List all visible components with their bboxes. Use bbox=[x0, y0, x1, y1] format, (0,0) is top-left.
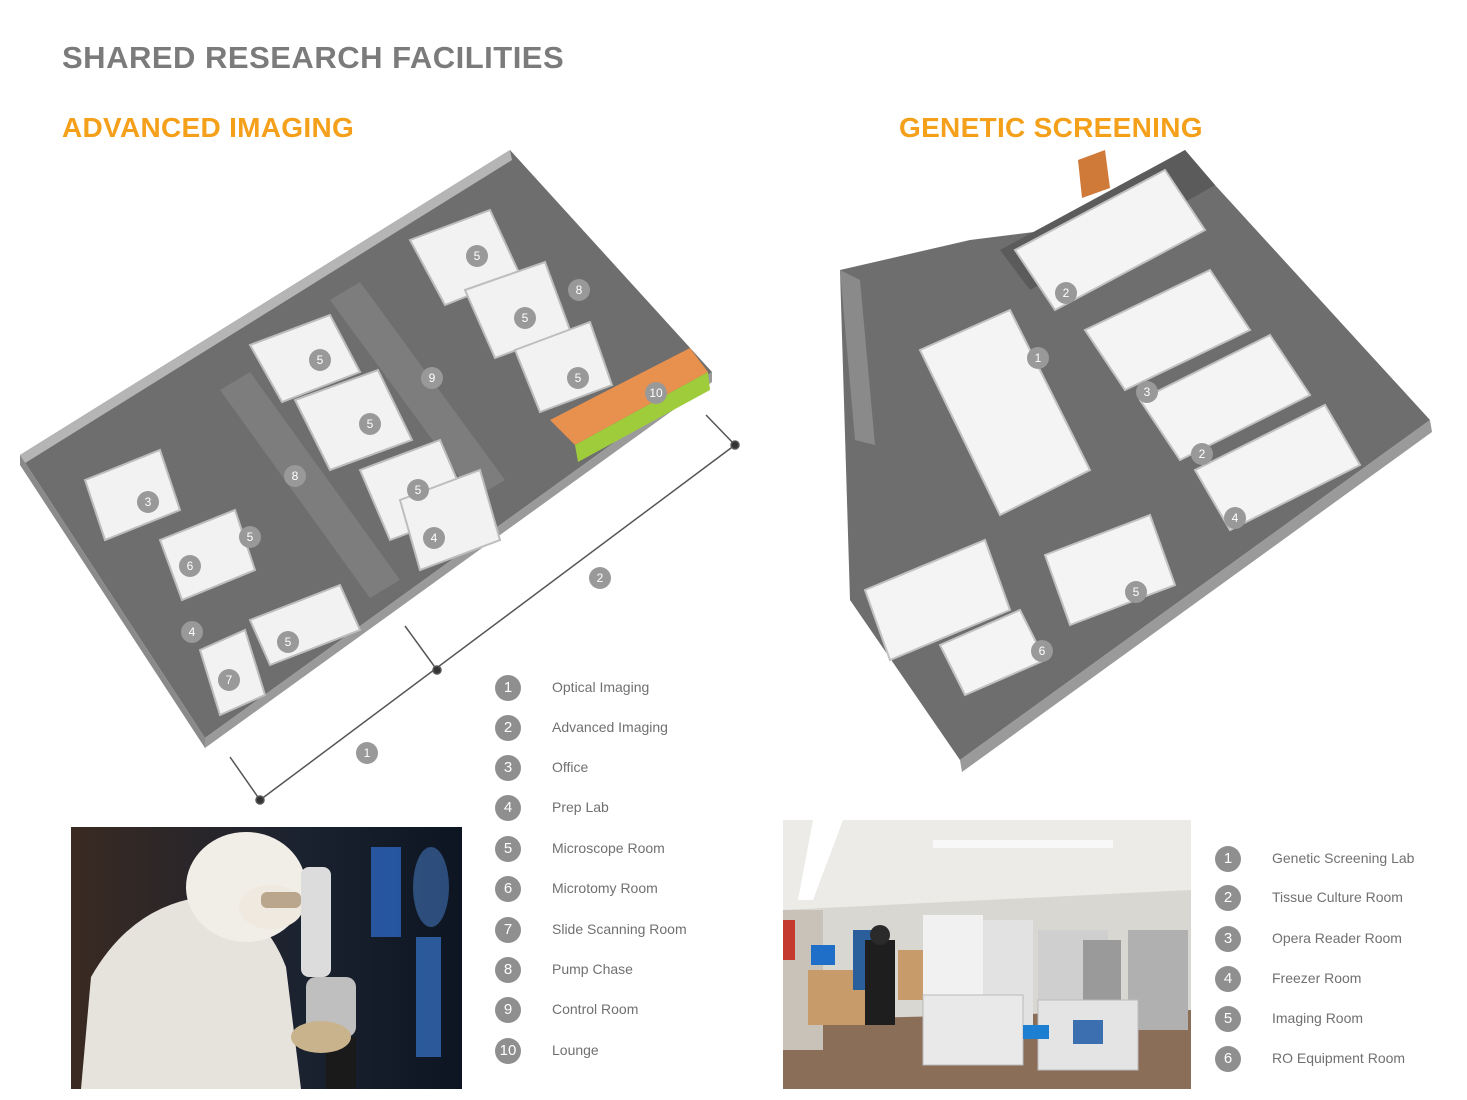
ai-legend-badge: 10 bbox=[495, 1038, 521, 1064]
ai-legend-item-2: 2 Advanced Imaging bbox=[495, 715, 755, 745]
ai-marker-4a: 4 bbox=[189, 625, 196, 639]
ai-legend-item-3: 3 Office bbox=[495, 755, 755, 785]
ai-marker-5c: 5 bbox=[415, 483, 422, 497]
ai-legend-label: Optical Imaging bbox=[552, 679, 650, 695]
ai-marker-8b: 8 bbox=[576, 283, 583, 297]
ai-legend-label: Microscope Room bbox=[552, 840, 665, 856]
ai-legend-item-6: 6 Microtomy Room bbox=[495, 876, 755, 906]
gs-legend-label: Opera Reader Room bbox=[1272, 930, 1402, 946]
photo-genetic-screening-lab bbox=[783, 820, 1191, 1089]
gs-legend-badge: 4 bbox=[1215, 966, 1241, 992]
gs-marker-4: 4 bbox=[1232, 511, 1239, 525]
gs-marker-6: 6 bbox=[1039, 644, 1046, 658]
gs-legend-label: Imaging Room bbox=[1272, 1010, 1364, 1026]
ai-marker-4b: 4 bbox=[431, 531, 438, 545]
ai-legend-badge: 5 bbox=[495, 836, 521, 862]
gs-legend-badge: 3 bbox=[1215, 926, 1241, 952]
ai-marker-5b: 5 bbox=[367, 417, 374, 431]
ai-legend-item-4: 4 Prep Lab bbox=[495, 795, 755, 825]
ai-legend-label: Prep Lab bbox=[552, 799, 609, 815]
ai-marker-7: 7 bbox=[226, 673, 233, 687]
gs-marker-2b: 2 bbox=[1199, 447, 1206, 461]
ai-marker-10: 10 bbox=[649, 386, 663, 400]
gs-legend-label: RO Equipment Room bbox=[1272, 1050, 1406, 1066]
ai-legend-badge: 3 bbox=[495, 755, 521, 781]
ai-legend-badge: 7 bbox=[495, 917, 521, 943]
genetic-lab-illustration bbox=[783, 820, 1191, 1089]
ai-legend-badge: 1 bbox=[495, 675, 521, 701]
ai-legend-item-10: 10 Lounge bbox=[495, 1038, 755, 1068]
gs-marker-3: 3 bbox=[1144, 385, 1151, 399]
ai-marker-2: 2 bbox=[597, 571, 604, 585]
ai-marker-5f: 5 bbox=[575, 371, 582, 385]
gs-legend-item-6: 6 RO Equipment Room bbox=[1215, 1046, 1467, 1076]
photo-researcher-microscope bbox=[71, 827, 462, 1089]
ai-legend-label: Lounge bbox=[552, 1042, 599, 1058]
ai-marker-1: 1 bbox=[364, 746, 371, 760]
gs-legend-badge: 5 bbox=[1215, 1006, 1241, 1032]
ai-legend-badge: 8 bbox=[495, 957, 521, 983]
gs-legend-badge: 1 bbox=[1215, 846, 1241, 872]
ai-legend-badge: 9 bbox=[495, 997, 521, 1023]
gs-legend-label: Genetic Screening Lab bbox=[1272, 850, 1415, 866]
advanced-imaging-legend: 1 Optical Imaging 2 Advanced Imaging 3 Offi… bbox=[495, 675, 755, 1075]
gs-marker-1: 1 bbox=[1035, 351, 1042, 365]
ai-marker-3: 3 bbox=[145, 495, 152, 509]
ai-legend-label: Advanced Imaging bbox=[552, 719, 668, 735]
ai-legend-item-5: 5 Microscope Room bbox=[495, 836, 755, 866]
ai-marker-5a: 5 bbox=[317, 353, 324, 367]
gs-legend-item-5: 5 Imaging Room bbox=[1215, 1006, 1467, 1036]
ai-legend-badge: 4 bbox=[495, 795, 521, 821]
ai-marker-6: 6 bbox=[187, 559, 194, 573]
genetic-screening-floor-plan: 1 2 2 3 4 5 6 bbox=[840, 150, 1432, 772]
ai-marker-5g: 5 bbox=[247, 530, 254, 544]
gs-legend-item-3: 3 Opera Reader Room bbox=[1215, 926, 1467, 956]
ai-legend-item-8: 8 Pump Chase bbox=[495, 957, 755, 987]
ai-legend-badge: 2 bbox=[495, 715, 521, 741]
ai-legend-label: Microtomy Room bbox=[552, 880, 658, 896]
ai-legend-label: Control Room bbox=[552, 1001, 639, 1017]
ai-marker-9: 9 bbox=[429, 371, 436, 385]
ai-marker-5d: 5 bbox=[474, 249, 481, 263]
gs-marker-2a: 2 bbox=[1063, 286, 1070, 300]
ai-legend-label: Slide Scanning Room bbox=[552, 921, 687, 937]
ai-legend-badge: 6 bbox=[495, 876, 521, 902]
ai-legend-item-9: 9 Control Room bbox=[495, 997, 755, 1027]
researcher-microscope-illustration bbox=[71, 827, 462, 1089]
gs-legend-badge: 6 bbox=[1215, 1046, 1241, 1072]
ai-legend-item-1: 1 Optical Imaging bbox=[495, 675, 755, 705]
gs-legend-badge: 2 bbox=[1215, 885, 1241, 911]
gs-legend-label: Freezer Room bbox=[1272, 970, 1362, 986]
ai-legend-label: Office bbox=[552, 759, 589, 775]
ai-marker-8a: 8 bbox=[292, 469, 299, 483]
gs-legend-item-4: 4 Freezer Room bbox=[1215, 966, 1467, 996]
ai-legend-item-7: 7 Slide Scanning Room bbox=[495, 917, 755, 947]
ai-legend-label: Pump Chase bbox=[552, 961, 633, 977]
genetic-screening-legend: 1 Genetic Screening Lab 2 Tissue Culture R… bbox=[1215, 846, 1465, 1086]
gs-legend-label: Tissue Culture Room bbox=[1272, 889, 1403, 905]
gs-legend-item-2: 2 Tissue Culture Room bbox=[1215, 885, 1467, 915]
ai-marker-5e: 5 bbox=[522, 311, 529, 325]
ai-marker-5h: 5 bbox=[285, 635, 292, 649]
gs-marker-5: 5 bbox=[1133, 585, 1140, 599]
gs-legend-item-1: 1 Genetic Screening Lab bbox=[1215, 846, 1467, 876]
